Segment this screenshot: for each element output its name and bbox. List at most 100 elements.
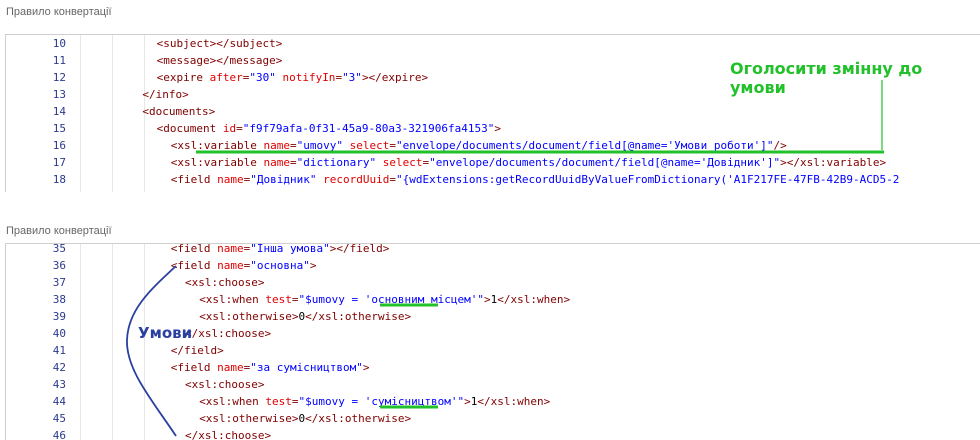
- code-line: 14 <documents>: [6, 103, 980, 120]
- code-token-tag: </xsl:otherwise>: [305, 412, 412, 425]
- code-token-val: "30": [249, 71, 276, 84]
- code-text: </field>: [171, 342, 224, 359]
- code-token-attr: name: [217, 361, 244, 374]
- code-token-tag: <message></message>: [156, 54, 283, 67]
- code-token-tag: >: [464, 395, 471, 408]
- code-token-val: "основна": [250, 259, 310, 272]
- code-token-tag: <field: [170, 243, 218, 255]
- code-token-val: "umovy": [296, 139, 343, 152]
- code-token-attr: name: [263, 156, 291, 169]
- code-token-tag: </xsl:when>: [497, 293, 571, 306]
- code-line: 10 <subject></subject>: [6, 35, 980, 52]
- code-line: 39 <xsl:otherwise>0</xsl:otherwise>: [6, 308, 980, 325]
- code-text: <xsl:when test="$umovy = 'сумісництвом'"…: [199, 393, 550, 410]
- code-token-tag: <expire: [156, 71, 210, 84]
- line-number: 13: [52, 88, 66, 101]
- line-number: 12: [52, 71, 66, 84]
- code-text: <xsl:variable name="dictionary" select="…: [171, 154, 886, 171]
- code-token-tag: <xsl:when: [199, 395, 266, 408]
- code-line: 38 <xsl:when test="$umovy = 'основним міс…: [6, 291, 980, 308]
- code-token-tag: <field: [170, 259, 218, 272]
- code-token-tag: [376, 156, 383, 169]
- code-token-tag: <xsl:variable: [170, 139, 264, 152]
- line-number: 46: [52, 429, 66, 440]
- line-number: 35: [52, 243, 66, 255]
- code-token-tag: >: [483, 293, 491, 306]
- code-token-attr: test: [265, 293, 292, 306]
- line-number: 44: [52, 395, 66, 408]
- code-line: 46 </xsl:choose>: [6, 427, 980, 440]
- code-line: 45 <xsl:otherwise>0</xsl:otherwise>: [6, 410, 980, 427]
- code-line: 36 <field name="основна">: [6, 257, 980, 274]
- code-token-val: "$umovy = 'сумісництвом'": [298, 395, 465, 408]
- code-editor-top[interactable]: 10 <subject></subject> 11 <message></messag…: [5, 34, 980, 192]
- code-token-val: "envelope/documents/document/field[@name…: [396, 139, 774, 152]
- line-number: 37: [52, 276, 66, 289]
- code-text: <xsl:variable name="umovy" select="envel…: [171, 137, 787, 154]
- code-text: <documents>: [142, 103, 215, 120]
- code-token-tag: </xsl:choose>: [185, 327, 272, 340]
- code-text: </info>: [142, 86, 188, 103]
- code-token-attr: name: [217, 259, 244, 272]
- line-number: 43: [52, 378, 66, 391]
- code-token-tag: ></field>: [329, 243, 390, 255]
- code-token-tag: <subject></subject>: [156, 37, 283, 50]
- code-token-tag: =: [389, 139, 396, 152]
- code-token-tag: </xsl:when>: [477, 395, 551, 408]
- annotation-declare-variable: Оголосити змінну до умови: [730, 59, 923, 97]
- code-token-tag: ></xsl:variable>: [780, 156, 887, 169]
- code-token-attr: id: [222, 122, 237, 135]
- line-number: 18: [52, 173, 66, 186]
- code-token-val: "$umovy = 'основним місцем'": [298, 293, 484, 306]
- panel-title-bottom: Правило конвертації: [6, 225, 112, 237]
- code-line: 37 <xsl:choose>: [6, 274, 980, 291]
- code-token-val: "{wdExtensions:getRecordUuidByValueFromD…: [396, 173, 900, 186]
- code-token-val: "Довідник": [250, 173, 317, 186]
- code-token-tag: <xsl:otherwise>: [199, 310, 299, 323]
- code-text: <xsl:choose>: [185, 376, 264, 393]
- code-token-tag: <xsl:choose>: [185, 276, 265, 289]
- code-text: <message></message>: [157, 52, 283, 69]
- code-token-val: "Інша умова": [250, 243, 330, 255]
- code-token-tag: >: [362, 361, 370, 374]
- code-text: <xsl:otherwise>0</xsl:otherwise>: [199, 308, 411, 325]
- code-token-tag: <xsl:otherwise>: [199, 412, 299, 425]
- code-token-tag: =: [290, 139, 297, 152]
- code-token-attr: recordUuid: [323, 173, 390, 186]
- code-text: </xsl:choose>: [185, 325, 271, 342]
- code-token-tag: <xsl:choose>: [185, 378, 265, 391]
- code-text: <field name="Довідник" recordUuid="{wdEx…: [171, 171, 900, 188]
- code-token-attr: name: [263, 139, 291, 152]
- code-text: <document id="f9f79afa-0f31-45a9-80a3-32…: [157, 120, 501, 137]
- code-token-tag: <field: [170, 361, 218, 374]
- code-token-tag: =: [236, 122, 243, 135]
- code-line: 16 <xsl:variable name="umovy" select="env…: [6, 137, 980, 154]
- code-text: <field name="основна">: [171, 257, 317, 274]
- code-text: <xsl:when test="$umovy = 'основним місце…: [199, 291, 570, 308]
- code-token-tag: </xsl:choose>: [185, 429, 272, 440]
- code-line: 43 <xsl:choose>: [6, 376, 980, 393]
- code-text: <expire after="30" notifyIn="3"></expire…: [157, 69, 429, 86]
- code-token-tag: >: [494, 122, 501, 135]
- code-text: <field name="за сумісництвом">: [171, 359, 370, 376]
- line-number: 38: [52, 293, 66, 306]
- code-text: <xsl:choose>: [185, 274, 264, 291]
- code-text: <field name="Інша умова"></field>: [170, 243, 390, 257]
- line-number: 16: [52, 139, 66, 152]
- code-line: 17 <xsl:variable name="dictionary" select…: [6, 154, 980, 171]
- line-number: 15: [52, 122, 66, 135]
- code-token-val: "за сумісництвом": [250, 361, 363, 374]
- line-number: 40: [52, 327, 66, 340]
- line-number: 17: [52, 156, 66, 169]
- line-number: 11: [52, 54, 66, 67]
- code-token-tag: <documents>: [142, 105, 216, 118]
- code-token-tag: ></expire>: [361, 71, 429, 84]
- code-token-tag: </field>: [170, 344, 224, 357]
- code-line: 15 <document id="f9f79afa-0f31-45a9-80a3-…: [6, 120, 980, 137]
- code-token-tag: />: [773, 139, 787, 152]
- code-token-tag: =: [389, 173, 396, 186]
- code-token-attr: select: [382, 156, 423, 169]
- panel-title-top: Правило конвертації: [6, 6, 112, 18]
- line-number: 10: [52, 37, 66, 50]
- code-token-attr: name: [217, 243, 244, 255]
